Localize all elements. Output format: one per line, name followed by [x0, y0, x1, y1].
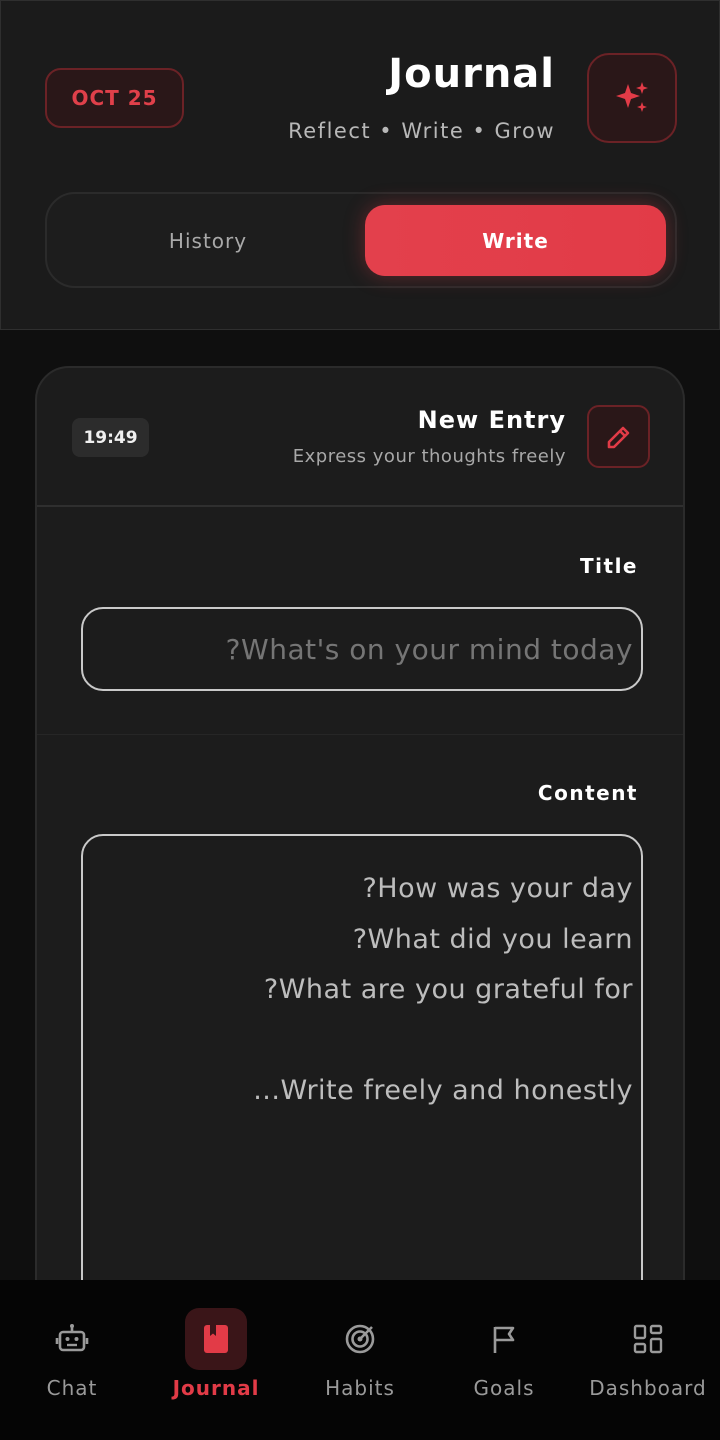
view-segmented-control: History Write [45, 192, 677, 288]
dashboard-grid-icon [633, 1324, 663, 1354]
page-subtitle: Reflect • Write • Grow [288, 119, 555, 143]
tab-write[interactable]: Write [365, 205, 666, 276]
nav-item-chat[interactable]: Chat [0, 1308, 144, 1408]
entry-card-header: 19:49 New Entry Express your thoughts fr… [37, 368, 683, 507]
journal-screen: OCT 25 Journal Reflect • Write • Grow Hi… [0, 0, 720, 1440]
tab-history[interactable]: History [55, 206, 361, 276]
nav-label: Habits [325, 1376, 395, 1400]
entry-card-title: New Entry [417, 406, 566, 434]
content-placeholder-line [93, 1016, 633, 1067]
content-placeholder-line: ?What did you learn [352, 923, 633, 955]
nav-icon-container [329, 1308, 391, 1370]
pencil-icon [607, 426, 629, 448]
title-label: Title [580, 554, 638, 578]
content-placeholder-line: ...Write freely and honestly [253, 1075, 633, 1106]
entry-time: 19:49 [72, 418, 149, 457]
content-placeholder-line: ?What are you grateful for [263, 974, 633, 1005]
nav-icon-container [185, 1308, 247, 1370]
nav-item-habits[interactable]: Habits [288, 1308, 432, 1408]
book-icon [204, 1325, 228, 1353]
nav-icon-container [473, 1308, 535, 1370]
sparkles-icon [616, 82, 648, 112]
new-entry-card: 19:49 New Entry Express your thoughts fr… [35, 366, 685, 1366]
nav-item-journal[interactable]: Journal [144, 1308, 288, 1408]
ai-assist-button[interactable] [587, 53, 677, 143]
target-icon [345, 1324, 375, 1354]
nav-item-dashboard[interactable]: Dashboard [576, 1308, 720, 1408]
nav-label: Dashboard [589, 1376, 707, 1400]
header: OCT 25 Journal Reflect • Write • Grow Hi… [0, 0, 720, 330]
nav-icon-container [41, 1308, 103, 1370]
nav-label: Chat [46, 1376, 98, 1400]
flag-icon [493, 1326, 515, 1353]
nav-item-goals[interactable]: Goals [432, 1308, 576, 1408]
page-title: Journal [388, 51, 555, 97]
nav-label: Journal [172, 1376, 260, 1400]
date-badge[interactable]: OCT 25 [45, 68, 184, 128]
bottom-navigation: Chat Journal Habits Goals Dashboard [0, 1280, 720, 1440]
title-input[interactable] [81, 607, 643, 691]
entry-card-subtitle: Express your thoughts freely [292, 446, 566, 467]
content-label: Content [537, 781, 638, 805]
nav-icon-container [617, 1308, 679, 1370]
robot-icon [55, 1324, 89, 1352]
content-placeholder-line: ?How was your day [362, 873, 633, 904]
section-divider [37, 734, 683, 735]
nav-label: Goals [473, 1376, 535, 1400]
edit-button[interactable] [587, 405, 650, 468]
